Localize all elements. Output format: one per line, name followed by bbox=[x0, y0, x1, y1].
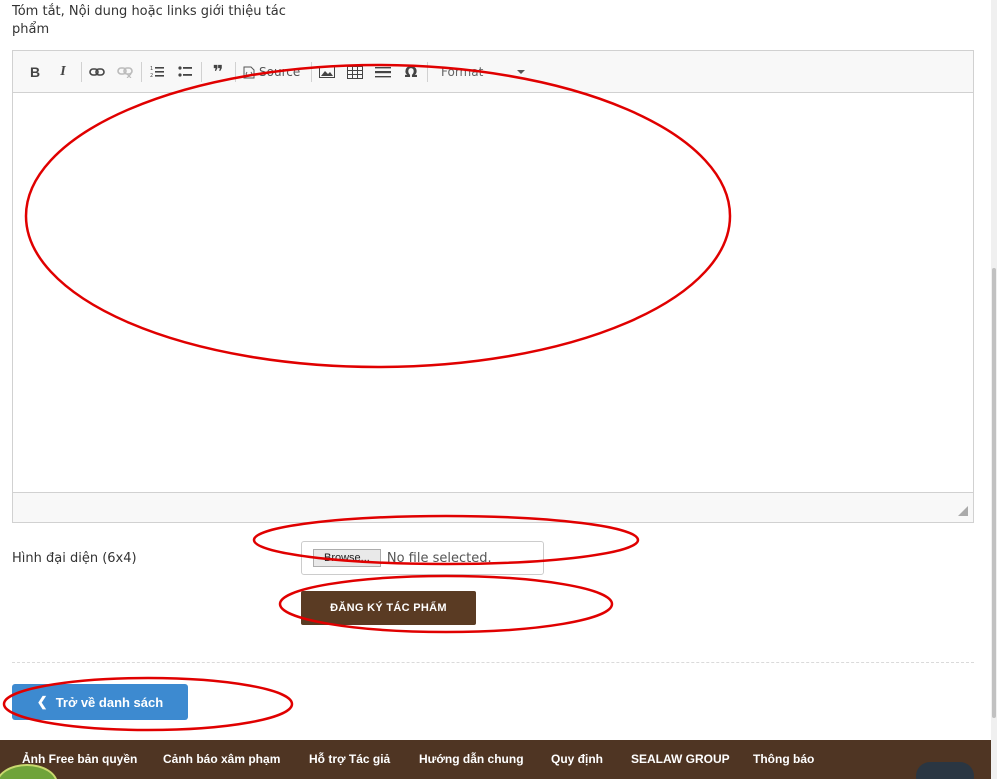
source-icon bbox=[243, 66, 255, 78]
numbered-list-icon[interactable]: 12 bbox=[147, 61, 167, 83]
footer-link-sealaw-group[interactable]: SEALAW GROUP bbox=[631, 752, 730, 766]
avatar-field-label: Hình đại diện (6x4) bbox=[12, 551, 137, 566]
source-label: Source bbox=[259, 65, 301, 79]
scrollbar-thumb[interactable] bbox=[992, 268, 996, 718]
bold-button[interactable]: B bbox=[25, 61, 45, 83]
format-label: Format bbox=[441, 65, 484, 79]
editor-content-area[interactable] bbox=[13, 93, 973, 493]
svg-text:2: 2 bbox=[150, 73, 153, 79]
editor-toolbar: B I 12 ❞ Source Ω Format bbox=[13, 51, 973, 93]
unlink-icon[interactable] bbox=[115, 61, 135, 83]
page-scrollbar[interactable] bbox=[991, 0, 997, 779]
footer-link-author-support[interactable]: Hỗ trợ Tác giả bbox=[309, 752, 390, 766]
avatar-file-input[interactable]: Browse... No file selected. bbox=[301, 541, 544, 575]
format-dropdown[interactable]: Format bbox=[437, 61, 525, 83]
floating-widget-icon[interactable] bbox=[0, 764, 58, 779]
image-icon[interactable] bbox=[317, 61, 337, 83]
footer-link-infringement-warning[interactable]: Cảnh báo xâm phạm bbox=[163, 752, 280, 766]
toolbar-separator bbox=[311, 62, 312, 82]
back-to-list-button[interactable]: ❮ Trở về danh sách bbox=[12, 684, 188, 720]
resize-grip-icon[interactable] bbox=[958, 506, 968, 516]
footer-link-general-guide[interactable]: Hướng dẫn chung bbox=[419, 752, 524, 766]
chat-widget-icon[interactable] bbox=[916, 762, 974, 779]
summary-field-label: Tóm tắt, Nội dung hoặc links giới thiệu … bbox=[12, 4, 286, 37]
blockquote-icon[interactable]: ❞ bbox=[207, 61, 229, 83]
toolbar-separator bbox=[427, 62, 428, 82]
editor-statusbar bbox=[13, 492, 973, 522]
toolbar-separator bbox=[141, 62, 142, 82]
horizontal-rule-icon[interactable] bbox=[373, 61, 393, 83]
toolbar-separator bbox=[81, 62, 82, 82]
italic-button[interactable]: I bbox=[53, 61, 73, 83]
toolbar-separator bbox=[201, 62, 202, 82]
toolbar-separator bbox=[235, 62, 236, 82]
rich-text-editor: B I 12 ❞ Source Ω Format bbox=[12, 50, 974, 523]
bullet-list-icon[interactable] bbox=[175, 61, 195, 83]
section-divider bbox=[12, 662, 974, 663]
svg-text:1: 1 bbox=[150, 66, 153, 72]
source-button[interactable]: Source bbox=[243, 61, 303, 83]
file-status-text: No file selected. bbox=[386, 550, 492, 566]
footer-link-announcements[interactable]: Thông báo bbox=[753, 752, 814, 766]
footer-link-rules[interactable]: Quy định bbox=[551, 752, 603, 766]
chevron-left-icon: ❮ bbox=[36, 694, 48, 709]
link-icon[interactable] bbox=[87, 61, 107, 83]
chevron-down-icon bbox=[517, 70, 525, 74]
register-work-button[interactable]: ĐĂNG KÝ TÁC PHẨM bbox=[301, 591, 476, 625]
table-icon[interactable] bbox=[345, 61, 365, 83]
footer-nav: Ảnh Free bản quyền Cảnh báo xâm phạm Hỗ … bbox=[0, 740, 997, 779]
back-to-list-label: Trở về danh sách bbox=[55, 694, 164, 710]
footer-link-free-photos[interactable]: Ảnh Free bản quyền bbox=[22, 752, 137, 766]
special-character-icon[interactable]: Ω bbox=[401, 61, 421, 83]
browse-button[interactable]: Browse... bbox=[313, 549, 381, 567]
